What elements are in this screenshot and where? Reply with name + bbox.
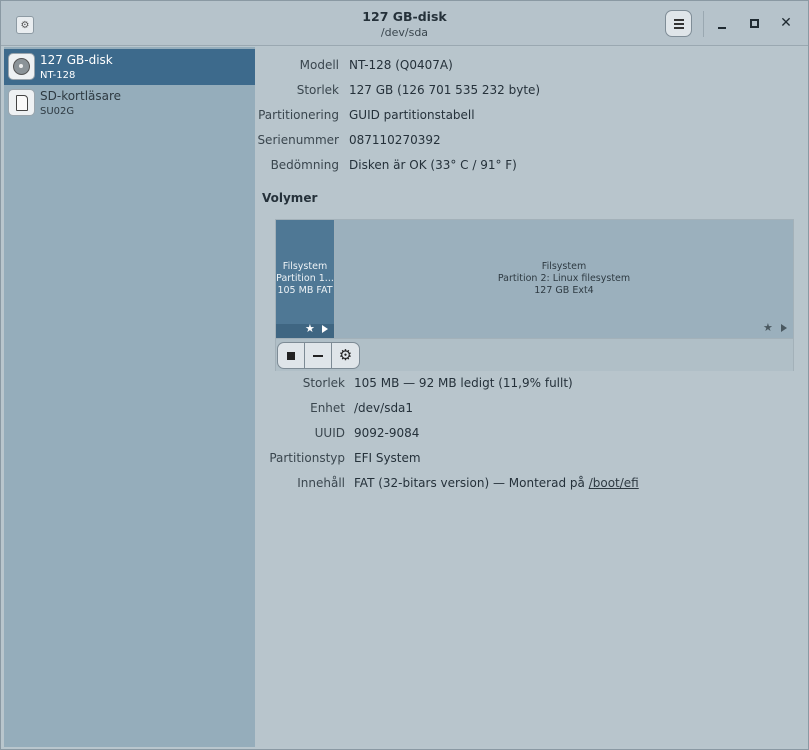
stop-icon — [287, 351, 295, 360]
partition-1-name: Partition 1... — [276, 273, 334, 284]
model-label: Modell — [299, 58, 339, 72]
size-label: Storlek — [296, 83, 339, 97]
device-model: NT-128 — [40, 70, 76, 81]
play-icon — [781, 324, 787, 332]
contents-value: FAT (32-bitars version) — Monterad på /b… — [354, 476, 639, 490]
size-value: 127 GB (126 701 535 232 byte) — [349, 83, 541, 97]
mount-point-link[interactable]: /boot/efi — [589, 476, 639, 490]
serial-label: Serienummer — [257, 133, 339, 147]
volumes-heading: Volymer — [262, 191, 318, 205]
partitioning-label: Partitionering — [258, 108, 339, 122]
uuid-value: 9092-9084 — [354, 426, 420, 440]
partition-type-value: EFI System — [354, 451, 421, 465]
titlebar-separator — [703, 11, 704, 37]
device-label: Enhet — [310, 401, 345, 415]
disks-window: ⚙ 127 GB-disk /dev/sda ✕ 127 GB-disk NT-… — [0, 0, 809, 750]
hamburger-menu-icon — [673, 18, 684, 30]
minimize-icon — [718, 26, 726, 29]
volume-button-group: ⚙ — [277, 342, 360, 369]
partition-2-block[interactable]: Filsystem Partition 2: Linux filesystem … — [335, 220, 793, 338]
partitioning-value: GUID partitionstabell — [349, 108, 475, 122]
partition-type-label: Partitionstyp — [269, 451, 345, 465]
uuid-label: UUID — [314, 426, 345, 440]
star-icon: ★ — [763, 321, 773, 334]
minimize-button[interactable] — [713, 14, 731, 32]
maximize-icon — [749, 18, 759, 28]
hard-disk-icon — [8, 53, 35, 80]
star-icon: ★ — [305, 322, 315, 335]
assessment-label: Bedömning — [270, 158, 339, 172]
sidebar-item-127gb-disk[interactable]: 127 GB-disk NT-128 — [4, 49, 255, 85]
partition-2-size: 127 GB Ext4 — [534, 285, 594, 296]
assessment-value: Disken är OK (33° C / 91° F) — [349, 158, 517, 172]
device-value: /dev/sda1 — [354, 401, 414, 415]
partition-size-label: Storlek — [302, 376, 345, 390]
device-sidebar: 127 GB-disk NT-128 SD-kortläsare SU02G — [4, 47, 255, 747]
volume-toolbar: ⚙ — [276, 338, 793, 371]
partition-options-button[interactable]: ⚙ — [332, 343, 359, 368]
gears-icon: ⚙ — [338, 346, 353, 364]
delete-partition-button[interactable] — [305, 343, 332, 368]
close-button[interactable]: ✕ — [777, 14, 795, 32]
contents-text: FAT (32-bitars version) — Monterad på — [354, 476, 585, 490]
sidebar-item-sd-card-reader[interactable]: SD-kortläsare SU02G — [4, 85, 255, 121]
title-bar: ⚙ 127 GB-disk /dev/sda ✕ — [1, 1, 808, 46]
device-name: SD-kortläsare — [40, 89, 122, 103]
close-icon: ✕ — [780, 15, 792, 31]
disk-details-panel: Modell NT-128 (Q0407A) Storlek 127 GB (1… — [255, 47, 808, 747]
device-name: 127 GB-disk — [40, 53, 113, 67]
model-value: NT-128 (Q0407A) — [349, 58, 453, 72]
partition-2-type: Filsystem — [541, 261, 587, 272]
maximize-button[interactable] — [745, 14, 763, 32]
volume-map: Filsystem Partition 1... 105 MB FAT ★ Fi… — [275, 219, 794, 371]
contents-label: Innehåll — [297, 476, 345, 490]
partition-size-value: 105 MB — 92 MB ledigt (11,9% fullt) — [354, 376, 573, 390]
unmount-button[interactable] — [278, 343, 305, 368]
serial-value: 087110270392 — [349, 133, 441, 147]
partition-2-name: Partition 2: Linux filesystem — [497, 273, 631, 284]
sd-card-icon — [8, 89, 35, 116]
partition-1-type: Filsystem — [282, 261, 328, 272]
device-model: SU02G — [40, 106, 75, 117]
minus-icon — [313, 354, 323, 357]
menu-button[interactable] — [665, 10, 692, 37]
partition-1-block[interactable]: Filsystem Partition 1... 105 MB FAT ★ — [276, 220, 334, 338]
play-icon — [322, 325, 328, 333]
partition-1-size: 105 MB FAT — [277, 285, 333, 296]
